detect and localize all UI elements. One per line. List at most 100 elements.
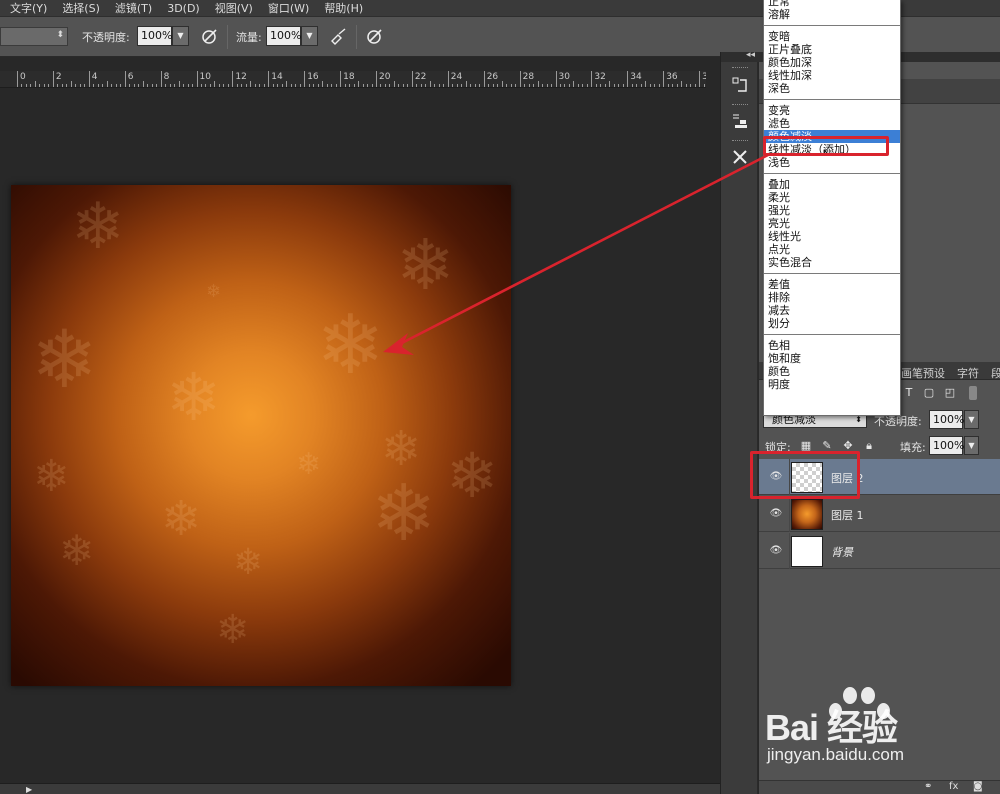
ruler-minor-tick [263, 84, 265, 87]
blend-mode-option[interactable]: 变暗 [764, 30, 900, 43]
visibility-eye-icon[interactable]: 👁︎ [769, 507, 783, 521]
blend-mode-option[interactable]: 溶解 [764, 8, 900, 21]
blend-mode-option[interactable]: 差值 [764, 278, 900, 291]
shape-filter-icon[interactable]: ▢ [922, 386, 936, 400]
ruler-label: 0 [20, 72, 26, 82]
ruler-minor-tick [380, 84, 382, 87]
layer-row[interactable]: 👁︎ 背景 [759, 533, 1000, 569]
tab-paragraph[interactable]: 段 [991, 365, 1000, 381]
baidu-jingyan-watermark: Bai 经验 jingyan.baidu.com [765, 685, 995, 775]
ruler-minor-tick [286, 81, 288, 87]
ruler-minor-tick [93, 84, 95, 87]
blend-mode-option[interactable]: 变亮 [764, 104, 900, 117]
blend-mode-option[interactable]: 明度 [764, 378, 900, 391]
layer-row[interactable]: 👁︎ 图层 1 [759, 496, 1000, 532]
pressure-opacity-icon[interactable] [199, 27, 219, 47]
smart-object-filter-icon[interactable]: ◰ [943, 386, 957, 400]
flow-dropdown-button[interactable]: ▼ [301, 26, 318, 46]
blend-mode-option[interactable]: 点光 [764, 243, 900, 256]
grip[interactable] [732, 67, 748, 70]
tab-character[interactable]: 字符 [957, 365, 979, 381]
menu-filter[interactable]: 滤镜(T) [115, 0, 152, 16]
blend-mode-option[interactable]: 深色 [764, 82, 900, 95]
menu-select[interactable]: 选择(S) [62, 0, 100, 16]
ruler-minor-tick [165, 84, 167, 87]
layer-name[interactable]: 图层 1 [831, 507, 864, 523]
history-icon[interactable] [728, 76, 752, 100]
blend-mode-option[interactable]: 饱和度 [764, 352, 900, 365]
ruler-minor-tick [577, 84, 579, 87]
snowflake-icon: ❄ [216, 607, 250, 653]
grip[interactable] [732, 104, 748, 107]
divider [789, 496, 790, 532]
panel-collapse-bar[interactable]: ◂◂ [721, 50, 759, 62]
lock-all-icon[interactable]: 🔒︎ [862, 439, 876, 453]
filter-toggle[interactable] [969, 386, 977, 400]
collapse-arrows-icon[interactable]: ◂◂ [746, 50, 755, 60]
menu-3d[interactable]: 3D(D) [167, 2, 200, 15]
menu-window[interactable]: 窗口(W) [268, 0, 309, 16]
grip[interactable] [732, 140, 748, 143]
blend-mode-option[interactable]: 颜色加深 [764, 56, 900, 69]
blend-mode-option[interactable]: 亮光 [764, 217, 900, 230]
airbrush-icon[interactable] [328, 27, 348, 47]
blend-mode-option[interactable]: 正常 [764, 0, 900, 8]
visibility-eye-icon[interactable]: 👁︎ [769, 544, 783, 558]
mode-select[interactable]: ⬍ [0, 27, 68, 46]
tab-brush-presets[interactable]: 画笔预设 [901, 365, 945, 381]
ruler-minor-tick [169, 84, 171, 87]
ruler-minor-tick [586, 84, 588, 87]
menu-type[interactable]: 文字(Y) [10, 0, 47, 16]
blend-mode-option[interactable]: 滤色 [764, 117, 900, 130]
canvas-workarea[interactable]: ❄ ❄ ❄ ❄ ❄ ❄ ❄ ❄ ❄ ❄ ❄ ❄ ❄ ❄ ❄ [0, 89, 706, 783]
layer-opacity-dropdown[interactable]: ▼ [964, 410, 979, 429]
blend-mode-option[interactable]: 强光 [764, 204, 900, 217]
blend-mode-option[interactable]: 色相 [764, 339, 900, 352]
ruler-minor-tick [604, 84, 606, 87]
ruler-minor-tick [21, 84, 23, 87]
ruler-minor-tick [479, 84, 481, 87]
blend-mode-option[interactable]: 排除 [764, 291, 900, 304]
layer-name[interactable]: 背景 [831, 544, 853, 560]
ruler-minor-tick [631, 84, 633, 87]
ruler-minor-tick [331, 84, 333, 87]
fill-dropdown[interactable]: ▼ [964, 436, 979, 455]
menu-view[interactable]: 视图(V) [215, 0, 253, 16]
layer-thumbnail[interactable] [791, 536, 823, 567]
blend-mode-option[interactable]: 颜色 [764, 365, 900, 378]
blend-mode-option[interactable]: 正片叠底 [764, 43, 900, 56]
play-icon[interactable]: ▶ [26, 785, 32, 794]
pressure-size-icon[interactable] [364, 27, 384, 47]
layer-opacity-input[interactable]: 100% [929, 410, 964, 429]
opacity-input[interactable]: 100% [137, 26, 172, 46]
opacity-dropdown-button[interactable]: ▼ [172, 26, 189, 46]
link-layers-icon[interactable]: ⚭ [924, 781, 932, 792]
ruler-minor-tick [183, 84, 185, 87]
document-canvas[interactable]: ❄ ❄ ❄ ❄ ❄ ❄ ❄ ❄ ❄ ❄ ❄ ❄ ❄ ❄ ❄ [11, 185, 511, 686]
blend-mode-option[interactable]: 柔光 [764, 191, 900, 204]
ruler-minor-tick [501, 81, 503, 87]
type-filter-icon[interactable]: T [902, 386, 916, 400]
blend-mode-option[interactable]: 划分 [764, 317, 900, 330]
fx-icon[interactable]: fx [949, 781, 958, 792]
tool-presets-icon[interactable] [728, 148, 752, 172]
ruler-minor-tick [120, 84, 122, 87]
blend-mode-option[interactable]: 线性加深 [764, 69, 900, 82]
ruler-minor-tick [151, 84, 153, 87]
ruler-minor-tick [367, 84, 369, 87]
blend-mode-option[interactable]: 线性光 [764, 230, 900, 243]
ruler-minor-tick [97, 84, 99, 87]
ruler-minor-tick [636, 84, 638, 87]
flow-input[interactable]: 100% [266, 26, 301, 46]
menu-help[interactable]: 帮助(H) [324, 0, 363, 16]
fill-input[interactable]: 100% [929, 436, 964, 455]
blend-mode-option[interactable]: 实色混合 [764, 256, 900, 269]
ruler-minor-tick [551, 84, 552, 87]
snowflake-icon: ❄ [296, 447, 322, 482]
clone-source-icon[interactable] [728, 112, 752, 136]
ruler-minor-tick [200, 84, 202, 87]
layer-thumbnail[interactable] [791, 499, 823, 530]
blend-mode-option[interactable]: 叠加 [764, 178, 900, 191]
add-mask-icon[interactable]: ◙ [973, 781, 983, 792]
blend-mode-option[interactable]: 减去 [764, 304, 900, 317]
